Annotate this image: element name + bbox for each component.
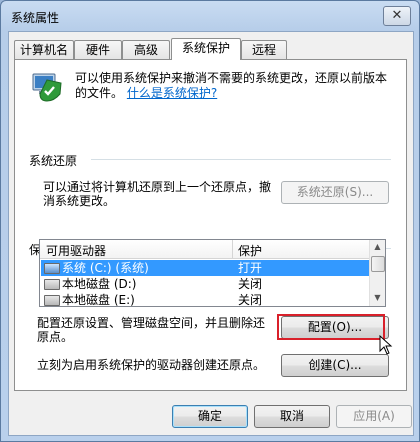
tab-advanced[interactable]: 高级 [122, 40, 170, 59]
drive-row-c[interactable]: 系统 (C:) (系统) 打开 [41, 260, 370, 276]
system-properties-window: 系统属性 ✕ 计算机名 硬件 高级 系统保护 远程 可以使用系统保护来撤消不需要… [0, 0, 420, 442]
system-protection-shield-icon [32, 73, 62, 102]
drive-name: 本地磁盘 (E:) [62, 293, 135, 307]
system-restore-button[interactable]: 系统还原(S)... [281, 181, 389, 204]
local-disk-icon [44, 279, 60, 290]
scroll-thumb[interactable] [371, 256, 385, 272]
drive-row-e[interactable]: 本地磁盘 (E:) 关闭 [41, 292, 370, 307]
scroll-up-arrow-icon[interactable]: ▲ [370, 240, 385, 254]
tab-remote[interactable]: 远程 [241, 40, 287, 59]
system-restore-heading: 系统还原 [29, 154, 78, 168]
what-is-system-protection-link[interactable]: 什么是系统保护? [127, 86, 217, 100]
drive-protection-status: 关闭 [238, 293, 263, 307]
tab-computer-name[interactable]: 计算机名 [14, 40, 74, 59]
intro-text: 可以使用系统保护来撤消不需要的系统更改，还原以前版本的文件。 [75, 71, 388, 100]
system-restore-divider [91, 159, 391, 160]
tab-system-protection[interactable]: 系统保护 [171, 38, 241, 60]
column-available-drives[interactable]: 可用驱动器 [46, 242, 106, 259]
close-icon: ✕ [391, 8, 403, 23]
ok-button[interactable]: 确定 [172, 405, 248, 428]
drives-scrollbar[interactable]: ▲ ▼ [369, 240, 385, 306]
drive-protection-status: 打开 [238, 261, 263, 275]
intro-paragraph: 可以使用系统保护来撤消不需要的系统更改，还原以前版本的文件。 什么是系统保护? [75, 71, 395, 101]
configure-description: 配置还原设置、管理磁盘空间，并且删除还原点。 [37, 316, 266, 344]
drive-protection-status: 关闭 [238, 277, 263, 291]
drive-name: 本地磁盘 (D:) [62, 277, 137, 291]
system-restore-description: 可以通过将计算机还原到上一个还原点，撤消系统更改。 [43, 180, 272, 208]
drive-name: 系统 (C:) (系统) [62, 261, 149, 275]
system-drive-icon [44, 263, 60, 274]
tab-hardware[interactable]: 硬件 [74, 40, 122, 59]
title-bar[interactable]: 系统属性 ✕ [1, 1, 419, 31]
drives-list-header: 可用驱动器 保护 [40, 240, 370, 259]
close-button[interactable]: ✕ [383, 6, 411, 26]
window-title: 系统属性 [11, 11, 60, 25]
column-protection[interactable]: 保护 [238, 242, 262, 259]
apply-button[interactable]: 应用(A) [336, 405, 412, 428]
cancel-button[interactable]: 取消 [254, 405, 330, 428]
column-separator[interactable] [232, 240, 233, 258]
drives-list[interactable]: 可用驱动器 保护 系统 (C:) (系统) 打开 本地磁盘 (D:) 关闭 本地… [39, 239, 386, 307]
drive-row-d[interactable]: 本地磁盘 (D:) 关闭 [41, 276, 370, 292]
dialog-body: 计算机名 硬件 高级 系统保护 远程 可以使用系统保护来撤消不需要的系统更改，还… [8, 31, 414, 436]
local-disk-icon [44, 295, 60, 306]
create-description: 立刻为启用系统保护的驱动器创建还原点。 [37, 358, 266, 372]
configure-highlight-box [277, 314, 385, 340]
scroll-down-arrow-icon[interactable]: ▼ [370, 291, 385, 305]
create-button[interactable]: 创建(C)... [281, 354, 389, 377]
mouse-pointer-icon [379, 335, 393, 355]
